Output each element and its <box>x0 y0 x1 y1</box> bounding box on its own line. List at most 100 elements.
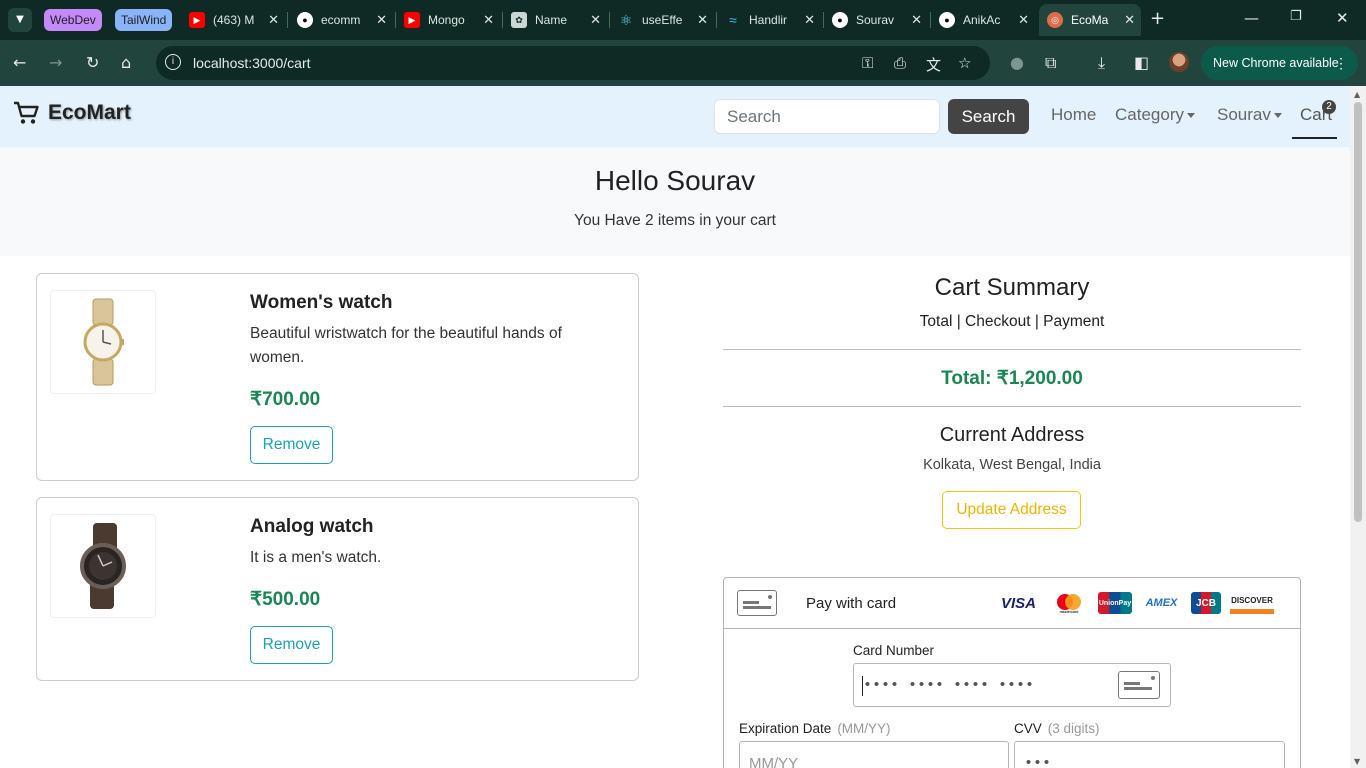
close-tab-icon[interactable]: ✕ <box>1124 12 1135 28</box>
nav-user-label: Sourav <box>1217 105 1271 124</box>
nav-category-dropdown[interactable]: Category <box>1115 105 1195 125</box>
chatgpt-icon: ✿ <box>511 12 527 28</box>
scroll-down-icon[interactable]: ▼ <box>1354 757 1360 766</box>
reload-icon[interactable]: ↻ <box>86 53 99 72</box>
cart-item-count-text: You Have 2 items in your cart <box>574 212 776 229</box>
github-icon: ● <box>939 12 955 28</box>
visa-logo-icon: VISA <box>1000 594 1036 612</box>
close-tab-icon[interactable]: ✕ <box>483 12 494 28</box>
profile-avatar[interactable] <box>1169 52 1189 72</box>
back-icon[interactable]: ← <box>13 53 26 72</box>
update-address-button[interactable]: Update Address <box>942 491 1081 529</box>
extension-dot-icon[interactable]: ● <box>1010 53 1024 72</box>
close-tab-icon[interactable]: ✕ <box>268 12 279 28</box>
tab-youtube-1[interactable]: ▶ (463) M ✕ <box>181 4 285 36</box>
tab-search-chevron-icon[interactable]: ▼ <box>8 8 32 32</box>
install-app-icon[interactable]: ⎙ <box>894 54 906 72</box>
tab-title: Sourav <box>856 13 895 27</box>
discover-logo-icon: DISCOVER <box>1230 592 1274 614</box>
wristwatch-gold-icon <box>83 298 124 386</box>
brand-logo[interactable]: EcoMart <box>12 100 131 126</box>
amex-logo-icon: AMEX <box>1145 597 1178 609</box>
tab-chatgpt-name[interactable]: ✿ Name ✕ <box>503 4 607 36</box>
close-tab-icon[interactable]: ✕ <box>804 12 815 28</box>
cart-item-card: Women's watch Beautiful wristwatch for t… <box>36 273 639 481</box>
wristwatch-dark-icon <box>80 523 126 609</box>
expiration-placeholder: MM/YY <box>749 755 799 768</box>
scroll-up-icon[interactable]: ▲ <box>1354 90 1360 99</box>
forward-icon[interactable]: → <box>49 53 62 72</box>
unionpay-logo-icon: UnionPay <box>1098 592 1132 614</box>
close-tab-icon[interactable]: ✕ <box>376 12 387 28</box>
product-image-womens-watch <box>50 290 156 394</box>
more-menu-icon[interactable]: ⋮ <box>1334 46 1348 80</box>
divider <box>723 406 1301 407</box>
tab-title: Name <box>535 13 568 27</box>
product-name: Analog watch <box>250 516 374 537</box>
pay-with-card-header[interactable]: Pay with card VISA mastercard UnionPay A… <box>724 578 1300 629</box>
browser-toolbar: ← → ↻ ⌂ i localhost:3000/cart ⚿ ⎙ 文 ☆ ● … <box>0 40 1366 86</box>
product-price: ₹500.00 <box>250 589 321 610</box>
translate-icon[interactable]: 文 <box>926 54 941 75</box>
bookmark-star-icon[interactable]: ☆ <box>958 54 971 72</box>
nav-user-dropdown[interactable]: Sourav <box>1217 105 1282 125</box>
caret-down-icon <box>1273 113 1282 119</box>
nav-home-link[interactable]: Home <box>1051 105 1096 125</box>
close-tab-icon[interactable]: ✕ <box>697 12 708 28</box>
tab-group-tailwind[interactable]: TailWind <box>115 9 173 31</box>
react-icon: ⚛ <box>619 11 633 28</box>
tab-title: ecomm <box>321 13 361 27</box>
nav-category-label: Category <box>1115 105 1184 124</box>
jcb-logo-icon: JCB <box>1191 592 1221 614</box>
url-text[interactable]: localhost:3000/cart <box>193 55 311 71</box>
cart-summary-title: Cart Summary <box>934 274 1090 301</box>
tab-title: Handlir <box>749 13 788 27</box>
search-input[interactable] <box>714 99 940 134</box>
search-button[interactable]: Search <box>948 99 1029 134</box>
tab-group-webdev[interactable]: WebDev <box>44 9 102 31</box>
product-description: It is a men's watch. <box>250 549 382 566</box>
close-tab-icon[interactable]: ✕ <box>911 12 922 28</box>
cart-total: Total: ₹1,200.00 <box>941 368 1083 389</box>
card-number-field[interactable]: •••• •••• •••• •••• <box>853 663 1171 707</box>
downloads-icon[interactable]: ⤓ <box>1098 53 1105 73</box>
side-panel-icon[interactable]: ◧ <box>1134 53 1149 72</box>
scrollbar-thumb[interactable] <box>1354 102 1362 522</box>
address-bar[interactable]: i localhost:3000/cart ⚿ ⎙ 文 ☆ <box>156 46 990 80</box>
tab-github-anik[interactable]: ● AnikAc ✕ <box>931 4 1035 36</box>
new-tab-icon[interactable]: + <box>1150 8 1165 29</box>
extensions-puzzle-icon[interactable]: ⧉ <box>1045 53 1056 73</box>
brand-name: EcoMart <box>48 101 131 124</box>
browser-tab-strip: ▼ WebDev TailWind ▶ (463) M ✕ ● ecomm ✕ … <box>0 0 1366 40</box>
address-heading: Current Address <box>939 424 1085 446</box>
close-tab-icon[interactable]: ✕ <box>590 12 601 28</box>
new-chrome-available-button[interactable]: New Chrome available ⋮ <box>1201 46 1358 80</box>
remove-item-button[interactable]: Remove <box>250 426 333 464</box>
expiration-date-field[interactable]: MM/YY <box>739 741 1009 768</box>
close-window-icon[interactable]: ✕ <box>1336 9 1349 27</box>
cart-greeting-section: Hello Sourav You Have 2 items in your ca… <box>0 147 1350 256</box>
update-label: New Chrome available <box>1213 56 1339 70</box>
restore-icon[interactable]: ❐ <box>1290 9 1302 24</box>
tab-github-ecomm[interactable]: ● ecomm ✕ <box>289 4 393 36</box>
home-icon[interactable]: ⌂ <box>121 53 131 72</box>
password-key-icon[interactable]: ⚿ <box>862 54 873 72</box>
shopping-cart-icon <box>14 101 39 124</box>
remove-item-button[interactable]: Remove <box>250 626 333 664</box>
tab-title: Mongo <box>428 13 465 27</box>
cvv-field[interactable]: ••• <box>1014 741 1285 768</box>
credit-card-icon <box>1118 671 1160 699</box>
tailwind-icon: ≈ <box>729 12 737 28</box>
tab-github-sourav[interactable]: ● Sourav ✕ <box>824 4 928 36</box>
tab-ecomart-active[interactable]: ◎ EcoMa ✕ <box>1039 4 1141 36</box>
page-scrollbar[interactable]: ▲ ▼ <box>1350 86 1366 768</box>
card-number-placeholder: •••• •••• •••• •••• <box>863 677 1035 694</box>
close-tab-icon[interactable]: ✕ <box>1018 12 1029 28</box>
site-info-icon[interactable]: i <box>165 54 181 70</box>
page-viewport: EcoMart Search Home Category Sourav Cart… <box>0 86 1350 768</box>
tab-tailwind-handling[interactable]: ≈ Handlir ✕ <box>717 4 821 36</box>
tab-youtube-mongo[interactable]: ▶ Mongo ✕ <box>396 4 500 36</box>
minimize-icon[interactable]: — <box>1244 9 1259 27</box>
tab-react-useeffect[interactable]: ⚛ useEffe ✕ <box>610 4 714 36</box>
current-address: Kolkata, West Bengal, India <box>923 457 1101 473</box>
